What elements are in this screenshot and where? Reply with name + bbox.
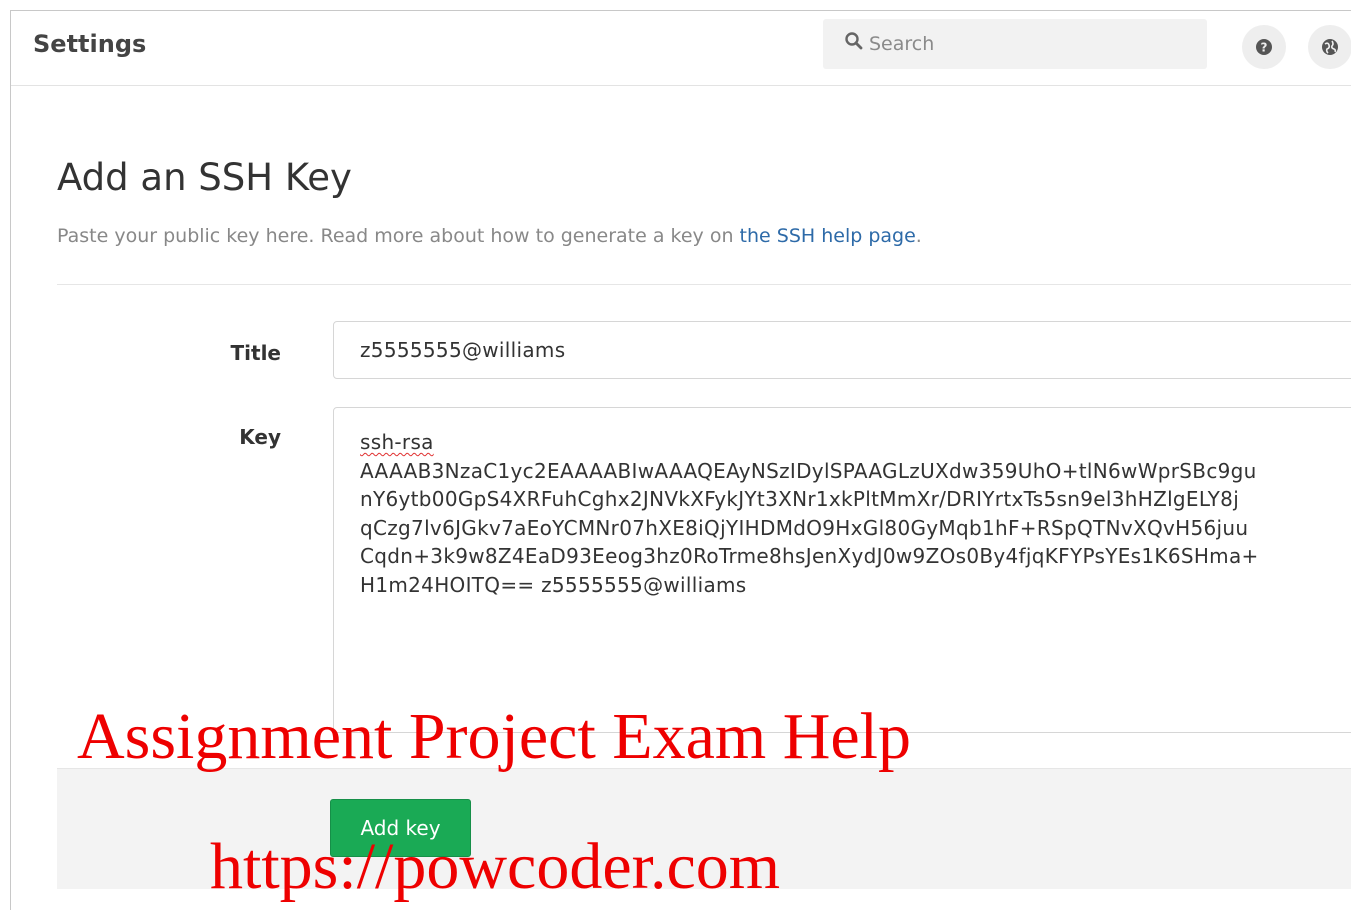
search-placeholder: Search [869, 33, 935, 55]
app-window: Settings Search ? Add an SSH Key Paste y… [10, 10, 1351, 910]
description-end: . [915, 225, 922, 247]
section-heading: Add an SSH Key [57, 156, 352, 199]
globe-icon [1322, 39, 1338, 55]
search-input[interactable]: Search [823, 19, 1207, 69]
svg-text:?: ? [1261, 41, 1268, 55]
page-title: Settings [33, 30, 147, 58]
help-icon: ? [1256, 39, 1272, 55]
description-text: Paste your public key here. Read more ab… [57, 225, 740, 247]
key-line: nY6ytb00GpS4XRFuhCghx2JNVkXFykJYt3XNr1xk… [360, 487, 1240, 511]
search-icon [845, 32, 863, 50]
key-line: H1m24HOITQ== z5555555@williams [360, 572, 747, 597]
key-line: ssh-rsa [360, 430, 434, 454]
top-bar: Settings Search ? [11, 11, 1351, 86]
key-line: AAAAB3NzaC1yc2EAAAABIwAAAQEAyNSzIDylSPAA… [360, 458, 1257, 483]
globe-button[interactable] [1308, 25, 1351, 69]
ssh-help-link[interactable]: the SSH help page [740, 225, 916, 247]
key-line: Cqdn+3k9w8Z4EaD93Eeog3hz0RoTrme8hsJenXyd… [360, 544, 1259, 568]
key-label: Key [239, 425, 281, 449]
watermark-url: https://powcoder.com [210, 830, 781, 903]
watermark-text: Assignment Project Exam Help [77, 700, 912, 773]
title-field[interactable]: z5555555@williams [333, 321, 1351, 379]
help-button[interactable]: ? [1242, 25, 1286, 69]
key-textarea[interactable]: ssh-rsa AAAAB3NzaC1yc2EAAAABIwAAAQEAyNSz… [333, 407, 1351, 733]
section-description: Paste your public key here. Read more ab… [57, 225, 922, 247]
key-line: qCzg7lv6JGkv7aEoYCMNr07hXE8iQjYIHDMdO9Hx… [360, 515, 1249, 540]
divider [57, 284, 1351, 285]
title-label: Title [230, 341, 281, 365]
